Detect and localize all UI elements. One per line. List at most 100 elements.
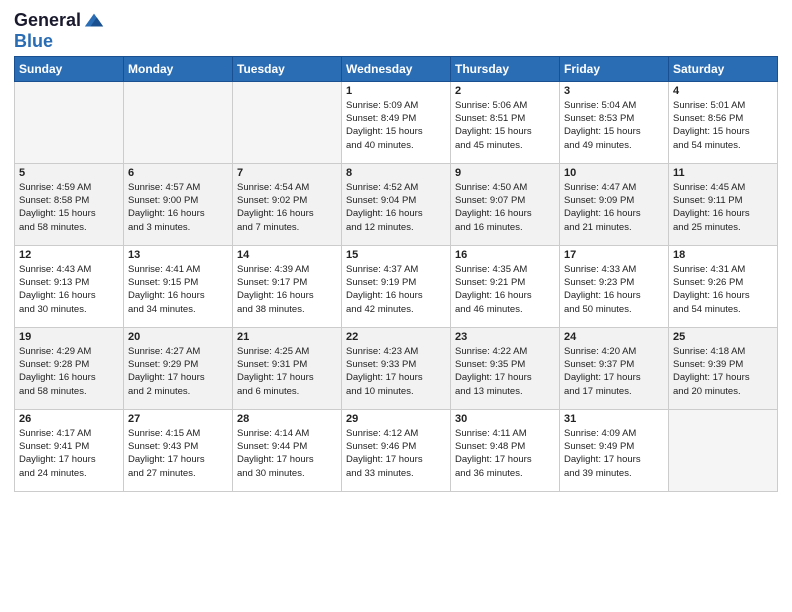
calendar-cell: 27 Sunrise: 4:15 AM Sunset: 9:43 PM Dayli… <box>124 409 233 491</box>
day-number: 12 <box>19 249 119 261</box>
week-row-2: 5 Sunrise: 4:59 AM Sunset: 8:58 PM Daylig… <box>15 163 778 245</box>
day-info: Sunrise: 5:09 AM Sunset: 8:49 PM Dayligh… <box>346 99 446 152</box>
day-info: Sunrise: 4:57 AM Sunset: 9:00 PM Dayligh… <box>128 181 228 234</box>
week-row-4: 19Sunrise: 4:29 AM Sunset: 9:28 PM Dayli… <box>15 327 778 409</box>
calendar-cell: 6 Sunrise: 4:57 AM Sunset: 9:00 PM Daylig… <box>124 163 233 245</box>
calendar-cell: 4 Sunrise: 5:01 AM Sunset: 8:56 PM Daylig… <box>669 81 778 163</box>
calendar-cell <box>15 81 124 163</box>
day-number: 19 <box>19 331 119 343</box>
calendar-cell: 10 Sunrise: 4:47 AM Sunset: 9:09 PM Dayli… <box>560 163 669 245</box>
header: General Blue <box>14 10 778 52</box>
calendar-cell: 12 Sunrise: 4:43 AM Sunset: 9:13 PM Dayli… <box>15 245 124 327</box>
day-info: Sunrise: 5:04 AM Sunset: 8:53 PM Dayligh… <box>564 99 664 152</box>
day-number: 17 <box>564 249 664 261</box>
logo: General Blue <box>14 10 105 52</box>
day-number: 2 <box>455 85 555 97</box>
calendar-cell: 5 Sunrise: 4:59 AM Sunset: 8:58 PM Daylig… <box>15 163 124 245</box>
day-number: 9 <box>455 167 555 179</box>
header-day-thursday: Thursday <box>451 56 560 81</box>
header-day-saturday: Saturday <box>669 56 778 81</box>
day-info: Sunrise: 4:25 AM Sunset: 9:31 PM Dayligh… <box>237 345 337 398</box>
day-info: Sunrise: 4:27 AM Sunset: 9:29 PM Dayligh… <box>128 345 228 398</box>
day-info: Sunrise: 4:18 AM Sunset: 9:39 PM Dayligh… <box>673 345 773 398</box>
calendar-cell: 2 Sunrise: 5:06 AM Sunset: 8:51 PM Daylig… <box>451 81 560 163</box>
calendar-cell <box>669 409 778 491</box>
day-number: 23 <box>455 331 555 343</box>
logo-text-line2: Blue <box>14 32 53 52</box>
calendar-cell: 31Sunrise: 4:09 AM Sunset: 9:49 PM Dayli… <box>560 409 669 491</box>
day-number: 27 <box>128 413 228 425</box>
day-number: 8 <box>346 167 446 179</box>
calendar-cell: 18Sunrise: 4:31 AM Sunset: 9:26 PM Dayli… <box>669 245 778 327</box>
day-number: 6 <box>128 167 228 179</box>
day-number: 26 <box>19 413 119 425</box>
calendar-table: SundayMondayTuesdayWednesdayThursdayFrid… <box>14 56 778 492</box>
day-number: 18 <box>673 249 773 261</box>
day-info: Sunrise: 4:14 AM Sunset: 9:44 PM Dayligh… <box>237 427 337 480</box>
day-info: Sunrise: 4:59 AM Sunset: 8:58 PM Dayligh… <box>19 181 119 234</box>
calendar-cell: 16Sunrise: 4:35 AM Sunset: 9:21 PM Dayli… <box>451 245 560 327</box>
day-number: 29 <box>346 413 446 425</box>
day-info: Sunrise: 4:23 AM Sunset: 9:33 PM Dayligh… <box>346 345 446 398</box>
calendar-cell: 9Sunrise: 4:50 AM Sunset: 9:07 PM Daylig… <box>451 163 560 245</box>
day-number: 20 <box>128 331 228 343</box>
day-number: 25 <box>673 331 773 343</box>
day-number: 28 <box>237 413 337 425</box>
day-info: Sunrise: 4:43 AM Sunset: 9:13 PM Dayligh… <box>19 263 119 316</box>
calendar-cell: 23 Sunrise: 4:22 AM Sunset: 9:35 PM Dayli… <box>451 327 560 409</box>
day-info: Sunrise: 4:47 AM Sunset: 9:09 PM Dayligh… <box>564 181 664 234</box>
day-info: Sunrise: 5:01 AM Sunset: 8:56 PM Dayligh… <box>673 99 773 152</box>
day-info: Sunrise: 4:45 AM Sunset: 9:11 PM Dayligh… <box>673 181 773 234</box>
day-number: 22 <box>346 331 446 343</box>
day-number: 15 <box>346 249 446 261</box>
day-number: 14 <box>237 249 337 261</box>
day-info: Sunrise: 4:54 AM Sunset: 9:02 PM Dayligh… <box>237 181 337 234</box>
calendar-cell: 26 Sunrise: 4:17 AM Sunset: 9:41 PM Dayli… <box>15 409 124 491</box>
day-info: Sunrise: 4:37 AM Sunset: 9:19 PM Dayligh… <box>346 263 446 316</box>
day-info: Sunrise: 4:52 AM Sunset: 9:04 PM Dayligh… <box>346 181 446 234</box>
calendar-cell: 20 Sunrise: 4:27 AM Sunset: 9:29 PM Dayli… <box>124 327 233 409</box>
calendar-cell: 30Sunrise: 4:11 AM Sunset: 9:48 PM Dayli… <box>451 409 560 491</box>
day-number: 10 <box>564 167 664 179</box>
header-day-sunday: Sunday <box>15 56 124 81</box>
day-number: 3 <box>564 85 664 97</box>
day-number: 24 <box>564 331 664 343</box>
calendar-cell: 25 Sunrise: 4:18 AM Sunset: 9:39 PM Dayli… <box>669 327 778 409</box>
header-row: SundayMondayTuesdayWednesdayThursdayFrid… <box>15 56 778 81</box>
calendar-cell: 19Sunrise: 4:29 AM Sunset: 9:28 PM Dayli… <box>15 327 124 409</box>
calendar-cell: 14 Sunrise: 4:39 AM Sunset: 9:17 PM Dayli… <box>233 245 342 327</box>
calendar-cell: 29 Sunrise: 4:12 AM Sunset: 9:46 PM Dayli… <box>342 409 451 491</box>
logo-icon <box>83 10 105 32</box>
day-info: Sunrise: 4:20 AM Sunset: 9:37 PM Dayligh… <box>564 345 664 398</box>
day-number: 30 <box>455 413 555 425</box>
day-info: Sunrise: 4:35 AM Sunset: 9:21 PM Dayligh… <box>455 263 555 316</box>
header-day-friday: Friday <box>560 56 669 81</box>
day-number: 11 <box>673 167 773 179</box>
calendar-cell: 28 Sunrise: 4:14 AM Sunset: 9:44 PM Dayli… <box>233 409 342 491</box>
day-info: Sunrise: 4:17 AM Sunset: 9:41 PM Dayligh… <box>19 427 119 480</box>
calendar-cell <box>233 81 342 163</box>
header-day-wednesday: Wednesday <box>342 56 451 81</box>
calendar-cell: 21 Sunrise: 4:25 AM Sunset: 9:31 PM Dayli… <box>233 327 342 409</box>
calendar-cell: 24 Sunrise: 4:20 AM Sunset: 9:37 PM Dayli… <box>560 327 669 409</box>
day-number: 7 <box>237 167 337 179</box>
day-number: 21 <box>237 331 337 343</box>
calendar-cell: 13Sunrise: 4:41 AM Sunset: 9:15 PM Dayli… <box>124 245 233 327</box>
day-info: Sunrise: 4:15 AM Sunset: 9:43 PM Dayligh… <box>128 427 228 480</box>
day-number: 5 <box>19 167 119 179</box>
calendar-cell: 8 Sunrise: 4:52 AM Sunset: 9:04 PM Daylig… <box>342 163 451 245</box>
day-number: 4 <box>673 85 773 97</box>
day-info: Sunrise: 4:09 AM Sunset: 9:49 PM Dayligh… <box>564 427 664 480</box>
day-info: Sunrise: 4:12 AM Sunset: 9:46 PM Dayligh… <box>346 427 446 480</box>
day-info: Sunrise: 5:06 AM Sunset: 8:51 PM Dayligh… <box>455 99 555 152</box>
calendar-cell: 3 Sunrise: 5:04 AM Sunset: 8:53 PM Daylig… <box>560 81 669 163</box>
header-day-monday: Monday <box>124 56 233 81</box>
day-info: Sunrise: 4:39 AM Sunset: 9:17 PM Dayligh… <box>237 263 337 316</box>
day-info: Sunrise: 4:33 AM Sunset: 9:23 PM Dayligh… <box>564 263 664 316</box>
header-day-tuesday: Tuesday <box>233 56 342 81</box>
day-number: 13 <box>128 249 228 261</box>
week-row-3: 12 Sunrise: 4:43 AM Sunset: 9:13 PM Dayli… <box>15 245 778 327</box>
calendar-cell: 15 Sunrise: 4:37 AM Sunset: 9:19 PM Dayli… <box>342 245 451 327</box>
calendar-cell: 22 Sunrise: 4:23 AM Sunset: 9:33 PM Dayli… <box>342 327 451 409</box>
day-info: Sunrise: 4:22 AM Sunset: 9:35 PM Dayligh… <box>455 345 555 398</box>
